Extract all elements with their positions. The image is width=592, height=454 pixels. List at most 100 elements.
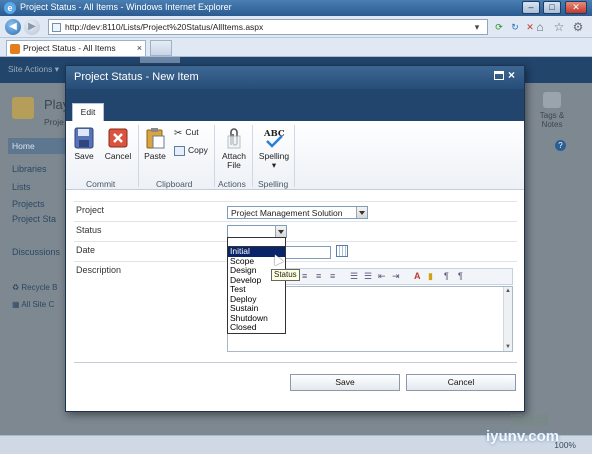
calendar-icon[interactable] (336, 245, 348, 257)
cancel-icon (108, 128, 128, 148)
help-icon[interactable]: ? (555, 140, 566, 151)
chevron-down-icon (275, 226, 286, 237)
watermark-line-2: iyunv.com (486, 428, 560, 445)
status-tooltip: Status (271, 269, 300, 281)
tags-notes-label: Tags & Notes (539, 111, 565, 129)
sharepoint-favicon-icon (10, 44, 20, 54)
date-label: Date (76, 245, 96, 255)
ribbon-cut-button[interactable]: ✂ Cut (174, 127, 199, 139)
highlight-icon[interactable]: ▮ (428, 271, 433, 282)
maximize-button[interactable]: □ (543, 1, 561, 14)
chevron-down-icon (356, 207, 367, 218)
ribbon-spelling-button[interactable]: ABC Spelling ▾ (256, 127, 292, 170)
refresh-icon[interactable]: ↻ (508, 20, 522, 34)
attach-label-2: File (227, 160, 241, 170)
paperclip-icon (227, 128, 241, 149)
forward-button[interactable]: ▶ (24, 19, 40, 35)
copy-icon (174, 145, 185, 156)
outdent-icon[interactable]: ⇤ (378, 271, 386, 282)
sp-tab-hint (140, 57, 180, 63)
form-divider (74, 261, 517, 262)
scroll-up-icon[interactable]: ▲ (504, 287, 512, 295)
cut-label: Cut (185, 127, 199, 137)
project-select[interactable]: Project Management Solution (227, 206, 368, 219)
scroll-down-icon[interactable]: ▼ (504, 343, 512, 351)
ribbon-separator (252, 125, 253, 187)
align-right-icon[interactable]: ≡ (330, 271, 335, 281)
new-item-dialog: Project Status - New Item × Edit Save Ca… (65, 65, 525, 412)
tab-edit[interactable]: Edit (72, 103, 104, 121)
floppy-disk-icon (74, 127, 94, 149)
paste-label: Paste (144, 151, 166, 161)
nav-discussions[interactable]: Discussions (12, 247, 60, 257)
page-icon (52, 23, 61, 32)
dialog-maximize-icon[interactable] (494, 71, 504, 80)
save-label: Save (74, 151, 94, 161)
align-left-icon[interactable]: ≡ (302, 271, 307, 281)
ltr-icon[interactable]: ¶ (444, 271, 449, 281)
project-label: Project (76, 205, 105, 215)
status-option-closed[interactable]: Closed (228, 322, 285, 333)
align-center-icon[interactable]: ≡ (316, 271, 321, 281)
nav-lists[interactable]: Lists (12, 182, 31, 192)
cancel-label: Cancel (104, 151, 132, 161)
rtl-icon[interactable]: ¶ (458, 271, 463, 281)
ribbon-copy-button[interactable]: Copy (174, 145, 208, 156)
nav-home[interactable]: Home (8, 138, 66, 154)
editor-scrollbar[interactable]: ▲ ▼ (503, 287, 512, 351)
window-titlebar: e Project Status - All Items - Windows I… (0, 0, 592, 16)
ribbon-paste-button[interactable]: Paste (142, 127, 168, 161)
copy-label: Copy (188, 145, 208, 155)
site-actions-menu[interactable]: Site Actions ▾ (8, 64, 59, 75)
watermark-logo: 运维网 iyunv.com (486, 408, 586, 452)
url-field[interactable]: http://dev:8110/Lists/Project%20Status/A… (48, 19, 488, 35)
watermark-line-1: 运维网 (510, 413, 550, 428)
favorites-star-icon[interactable]: ☆ (552, 20, 566, 34)
close-window-button[interactable]: ✕ (565, 1, 587, 14)
dialog-ribbon-tabs: Edit (66, 89, 524, 121)
group-clipboard: Clipboard (156, 179, 193, 189)
recycle-label: Recycle B (21, 283, 58, 292)
minimize-button[interactable]: – (522, 1, 540, 14)
cancel-button[interactable]: Cancel (406, 374, 516, 391)
dialog-title: Project Status - New Item (74, 71, 199, 83)
form-divider (74, 221, 517, 222)
nav-recycle-bin[interactable]: ♻ Recycle B (12, 283, 57, 292)
project-value: Project Management Solution (231, 208, 343, 218)
status-dropdown-blank-option[interactable] (227, 237, 286, 246)
bullet-list-icon[interactable]: ☰ (364, 271, 372, 282)
address-dropdown-icon[interactable]: ▾ (470, 20, 484, 34)
ribbon-separator (138, 125, 139, 187)
numbered-list-icon[interactable]: ☰ (350, 271, 358, 282)
nav-projects[interactable]: Projects (12, 199, 45, 209)
compat-view-icon[interactable]: ⟳ (492, 20, 506, 34)
new-tab-button[interactable] (150, 40, 172, 56)
ribbon-save-button[interactable]: Save (72, 127, 96, 161)
ribbon-cancel-button[interactable]: Cancel (103, 127, 133, 161)
text-color-icon[interactable]: A (414, 271, 421, 281)
tags-notes-button[interactable]: Tags & Notes (532, 92, 572, 129)
ribbon-separator (214, 125, 215, 187)
scissors-icon: ✂ (174, 127, 183, 139)
close-tab-icon[interactable]: × (137, 43, 142, 53)
spellcheck-icon: ABC (263, 129, 285, 148)
indent-icon[interactable]: ⇥ (392, 271, 400, 282)
form-divider (74, 201, 517, 202)
nav-all-site-content[interactable]: ▦ All Site C (12, 300, 54, 309)
all-site-label: All Site C (21, 300, 55, 309)
nav-libraries[interactable]: Libraries (12, 164, 47, 174)
dialog-close-icon[interactable]: × (508, 68, 515, 82)
form-bottom-divider (74, 362, 517, 363)
back-button[interactable]: ◀ (5, 19, 21, 35)
tab-bar: Project Status - All Items × (0, 38, 592, 57)
group-actions: Actions (218, 179, 246, 189)
tools-gear-icon[interactable]: ⚙ (571, 20, 585, 34)
nav-project-status[interactable]: Project Sta (12, 214, 56, 224)
ribbon-attach-file-button[interactable]: Attach File (219, 127, 249, 170)
save-button[interactable]: Save (290, 374, 400, 391)
description-label: Description (76, 265, 122, 275)
home-icon[interactable]: ⌂ (533, 20, 547, 34)
tab-project-status[interactable]: Project Status - All Items × (6, 40, 146, 56)
site-subtitle[interactable]: Proje (44, 117, 64, 127)
tab-label: Project Status - All Items (23, 43, 116, 53)
